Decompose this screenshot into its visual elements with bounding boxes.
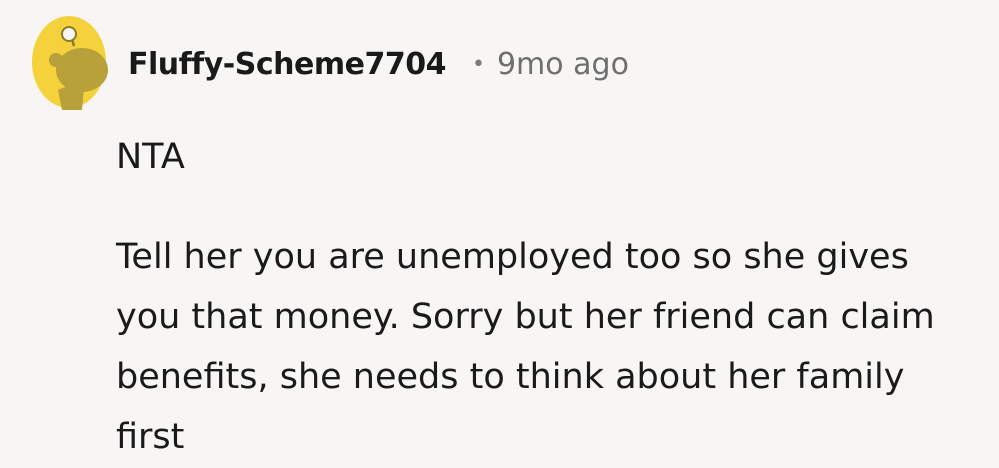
comment-body: NTA Tell her you are unemployed too so s… (116, 127, 976, 467)
comment-meta: Fluffy-Scheme7704 • 9mo ago (128, 44, 629, 84)
username-link[interactable]: Fluffy-Scheme7704 (128, 47, 446, 82)
avatar[interactable] (30, 14, 108, 110)
snoo-avatar-icon (32, 16, 108, 110)
separator-dot: • (471, 51, 485, 77)
timestamp[interactable]: 9mo ago (497, 47, 629, 82)
comment-paragraph: NTA (116, 137, 185, 177)
comment-paragraph: Tell her you are unemployed too so she g… (116, 237, 935, 457)
comment: Fluffy-Scheme7704 • 9mo ago NTA Tell her… (0, 0, 999, 468)
